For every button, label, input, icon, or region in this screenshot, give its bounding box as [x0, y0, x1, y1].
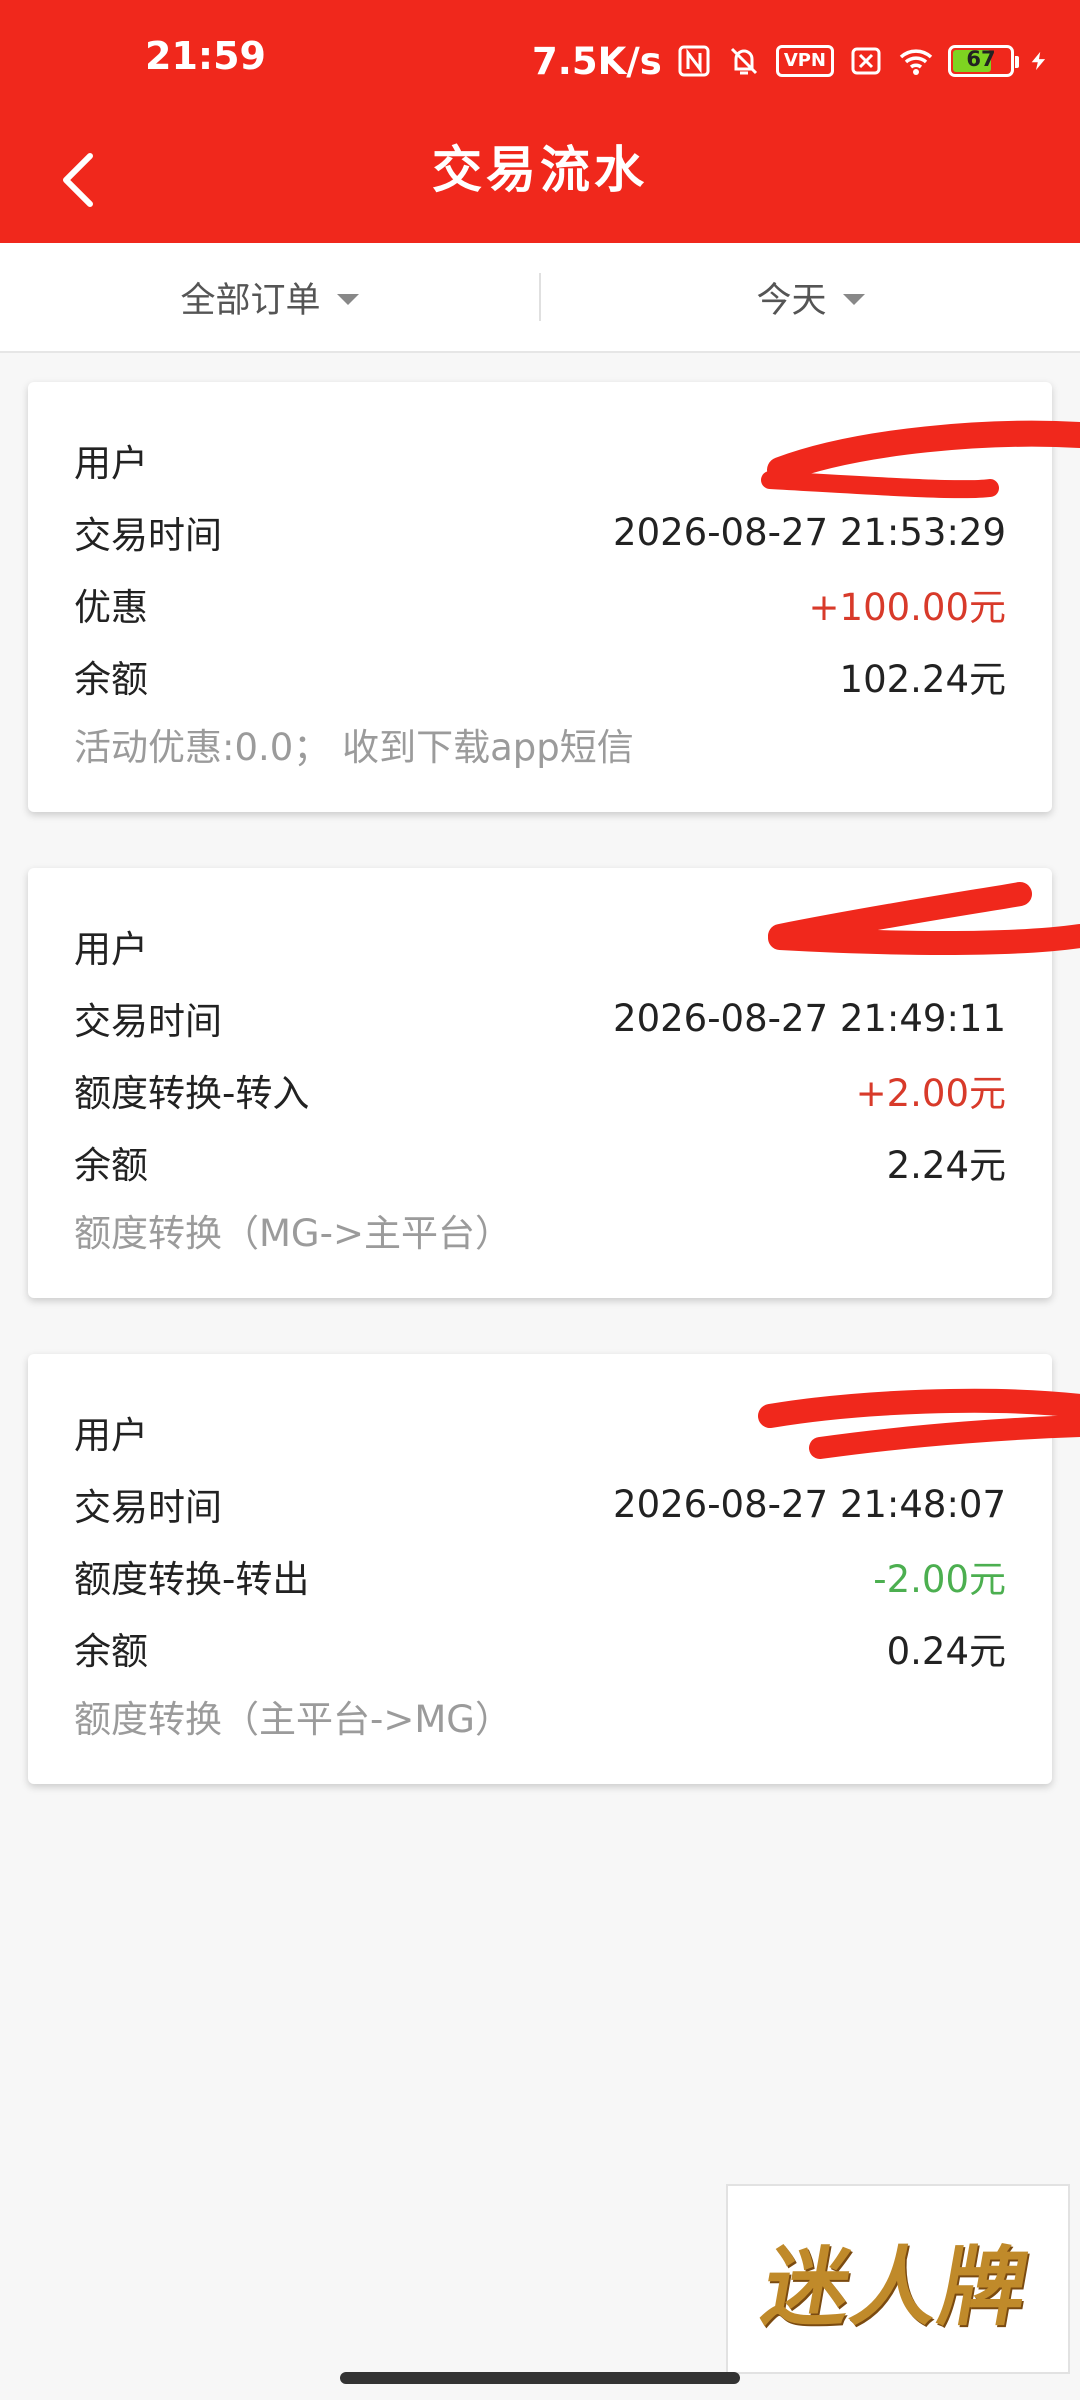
time-label: 交易时间 [74, 1000, 222, 1043]
charging-icon [1031, 51, 1046, 71]
amount-value: +100.00元 [808, 586, 1006, 629]
muted-bell-icon [730, 47, 757, 75]
type-label: 额度转换-转出 [74, 1558, 310, 1601]
balance-row: 余额 0.24元 [74, 1612, 1006, 1684]
status-bar: 21:59 7.5K/s VPN 67 [0, 0, 1080, 120]
date-range-dropdown[interactable]: 今天 [541, 243, 1080, 351]
top-app-bar: 21:59 7.5K/s VPN 67 交易流水 [0, 0, 1080, 243]
transaction-time: 2026-08-27 21:48:07 [613, 1482, 1006, 1526]
balance-label: 余额 [74, 1630, 148, 1673]
order-type-dropdown[interactable]: 全部订单 [0, 243, 539, 351]
status-icons: 7.5K/s VPN 67 [532, 36, 1050, 86]
time-label: 交易时间 [74, 514, 222, 557]
vpn-badge: VPN [775, 45, 834, 77]
balance-label: 余额 [74, 658, 148, 701]
watermark-logo: 迷人牌 [726, 2184, 1070, 2374]
status-time: 21:59 [145, 34, 266, 78]
type-row: 优惠 +100.00元 [74, 568, 1006, 640]
time-row: 交易时间 2026-08-27 21:48:07 [74, 1468, 1006, 1540]
type-row: 额度转换-转入 +2.00元 [74, 1054, 1006, 1126]
user-label: 用户 [74, 1414, 148, 1457]
page-title: 交易流水 [432, 141, 648, 199]
date-range-label: 今天 [756, 280, 827, 321]
transaction-card[interactable]: 用户 交易时间 2026-08-27 21:53:29 优惠 +100.00元 … [28, 382, 1080, 812]
home-indicator[interactable] [340, 2372, 740, 2384]
balance-row: 余额 2.24元 [74, 1126, 1006, 1198]
watermark-text: 迷人牌 [755, 2236, 1038, 2338]
balance-value: 2.24元 [886, 1144, 1006, 1187]
order-type-label: 全部订单 [180, 280, 321, 321]
user-row: 用户 [74, 1396, 1006, 1468]
transaction-note: 额度转换（MG->主平台） [74, 1212, 512, 1255]
user-row: 用户 [74, 910, 1006, 982]
user-row: 用户 [74, 424, 1006, 496]
balance-value: 0.24元 [886, 1630, 1006, 1673]
balance-label: 余额 [74, 1144, 148, 1187]
battery-indicator: 67 [948, 45, 1019, 77]
transaction-time: 2026-08-27 21:49:11 [613, 996, 1006, 1040]
caret-down-icon [842, 293, 865, 305]
network-speed: 7.5K/s [532, 39, 662, 83]
caret-down-icon [336, 293, 359, 305]
balance-value: 102.24元 [839, 658, 1006, 701]
type-row: 额度转换-转出 -2.00元 [74, 1540, 1006, 1612]
time-label: 交易时间 [74, 1486, 222, 1529]
time-row: 交易时间 2026-08-27 21:49:11 [74, 982, 1006, 1054]
amount-value: -2.00元 [873, 1558, 1006, 1601]
amount-value: +2.00元 [855, 1072, 1006, 1115]
transaction-note: 额度转换（主平台->MG） [74, 1698, 512, 1741]
transaction-time: 2026-08-27 21:53:29 [613, 510, 1006, 554]
wifi-icon [899, 49, 933, 75]
balance-row: 余额 102.24元 [74, 640, 1006, 712]
transaction-note: 活动优惠:0.0； 收到下载app短信 [74, 726, 634, 769]
time-row: 交易时间 2026-08-27 21:53:29 [74, 496, 1006, 568]
nfc-icon [678, 45, 710, 77]
user-label: 用户 [74, 928, 148, 971]
filter-bar: 全部订单 今天 [0, 243, 1080, 353]
transaction-card[interactable]: 用户 交易时间 2026-08-27 21:48:07 额度转换-转出 -2.0… [28, 1354, 1080, 1784]
user-label: 用户 [74, 442, 148, 485]
battery-percent: 67 [966, 47, 996, 71]
type-label: 优惠 [74, 586, 148, 629]
navigation-bar: 交易流水 [0, 120, 1080, 243]
no-sim-icon [851, 47, 881, 75]
type-label: 额度转换-转入 [74, 1072, 310, 1115]
transaction-card[interactable]: 用户 交易时间 2026-08-27 21:49:11 额度转换-转入 +2.0… [28, 868, 1080, 1298]
